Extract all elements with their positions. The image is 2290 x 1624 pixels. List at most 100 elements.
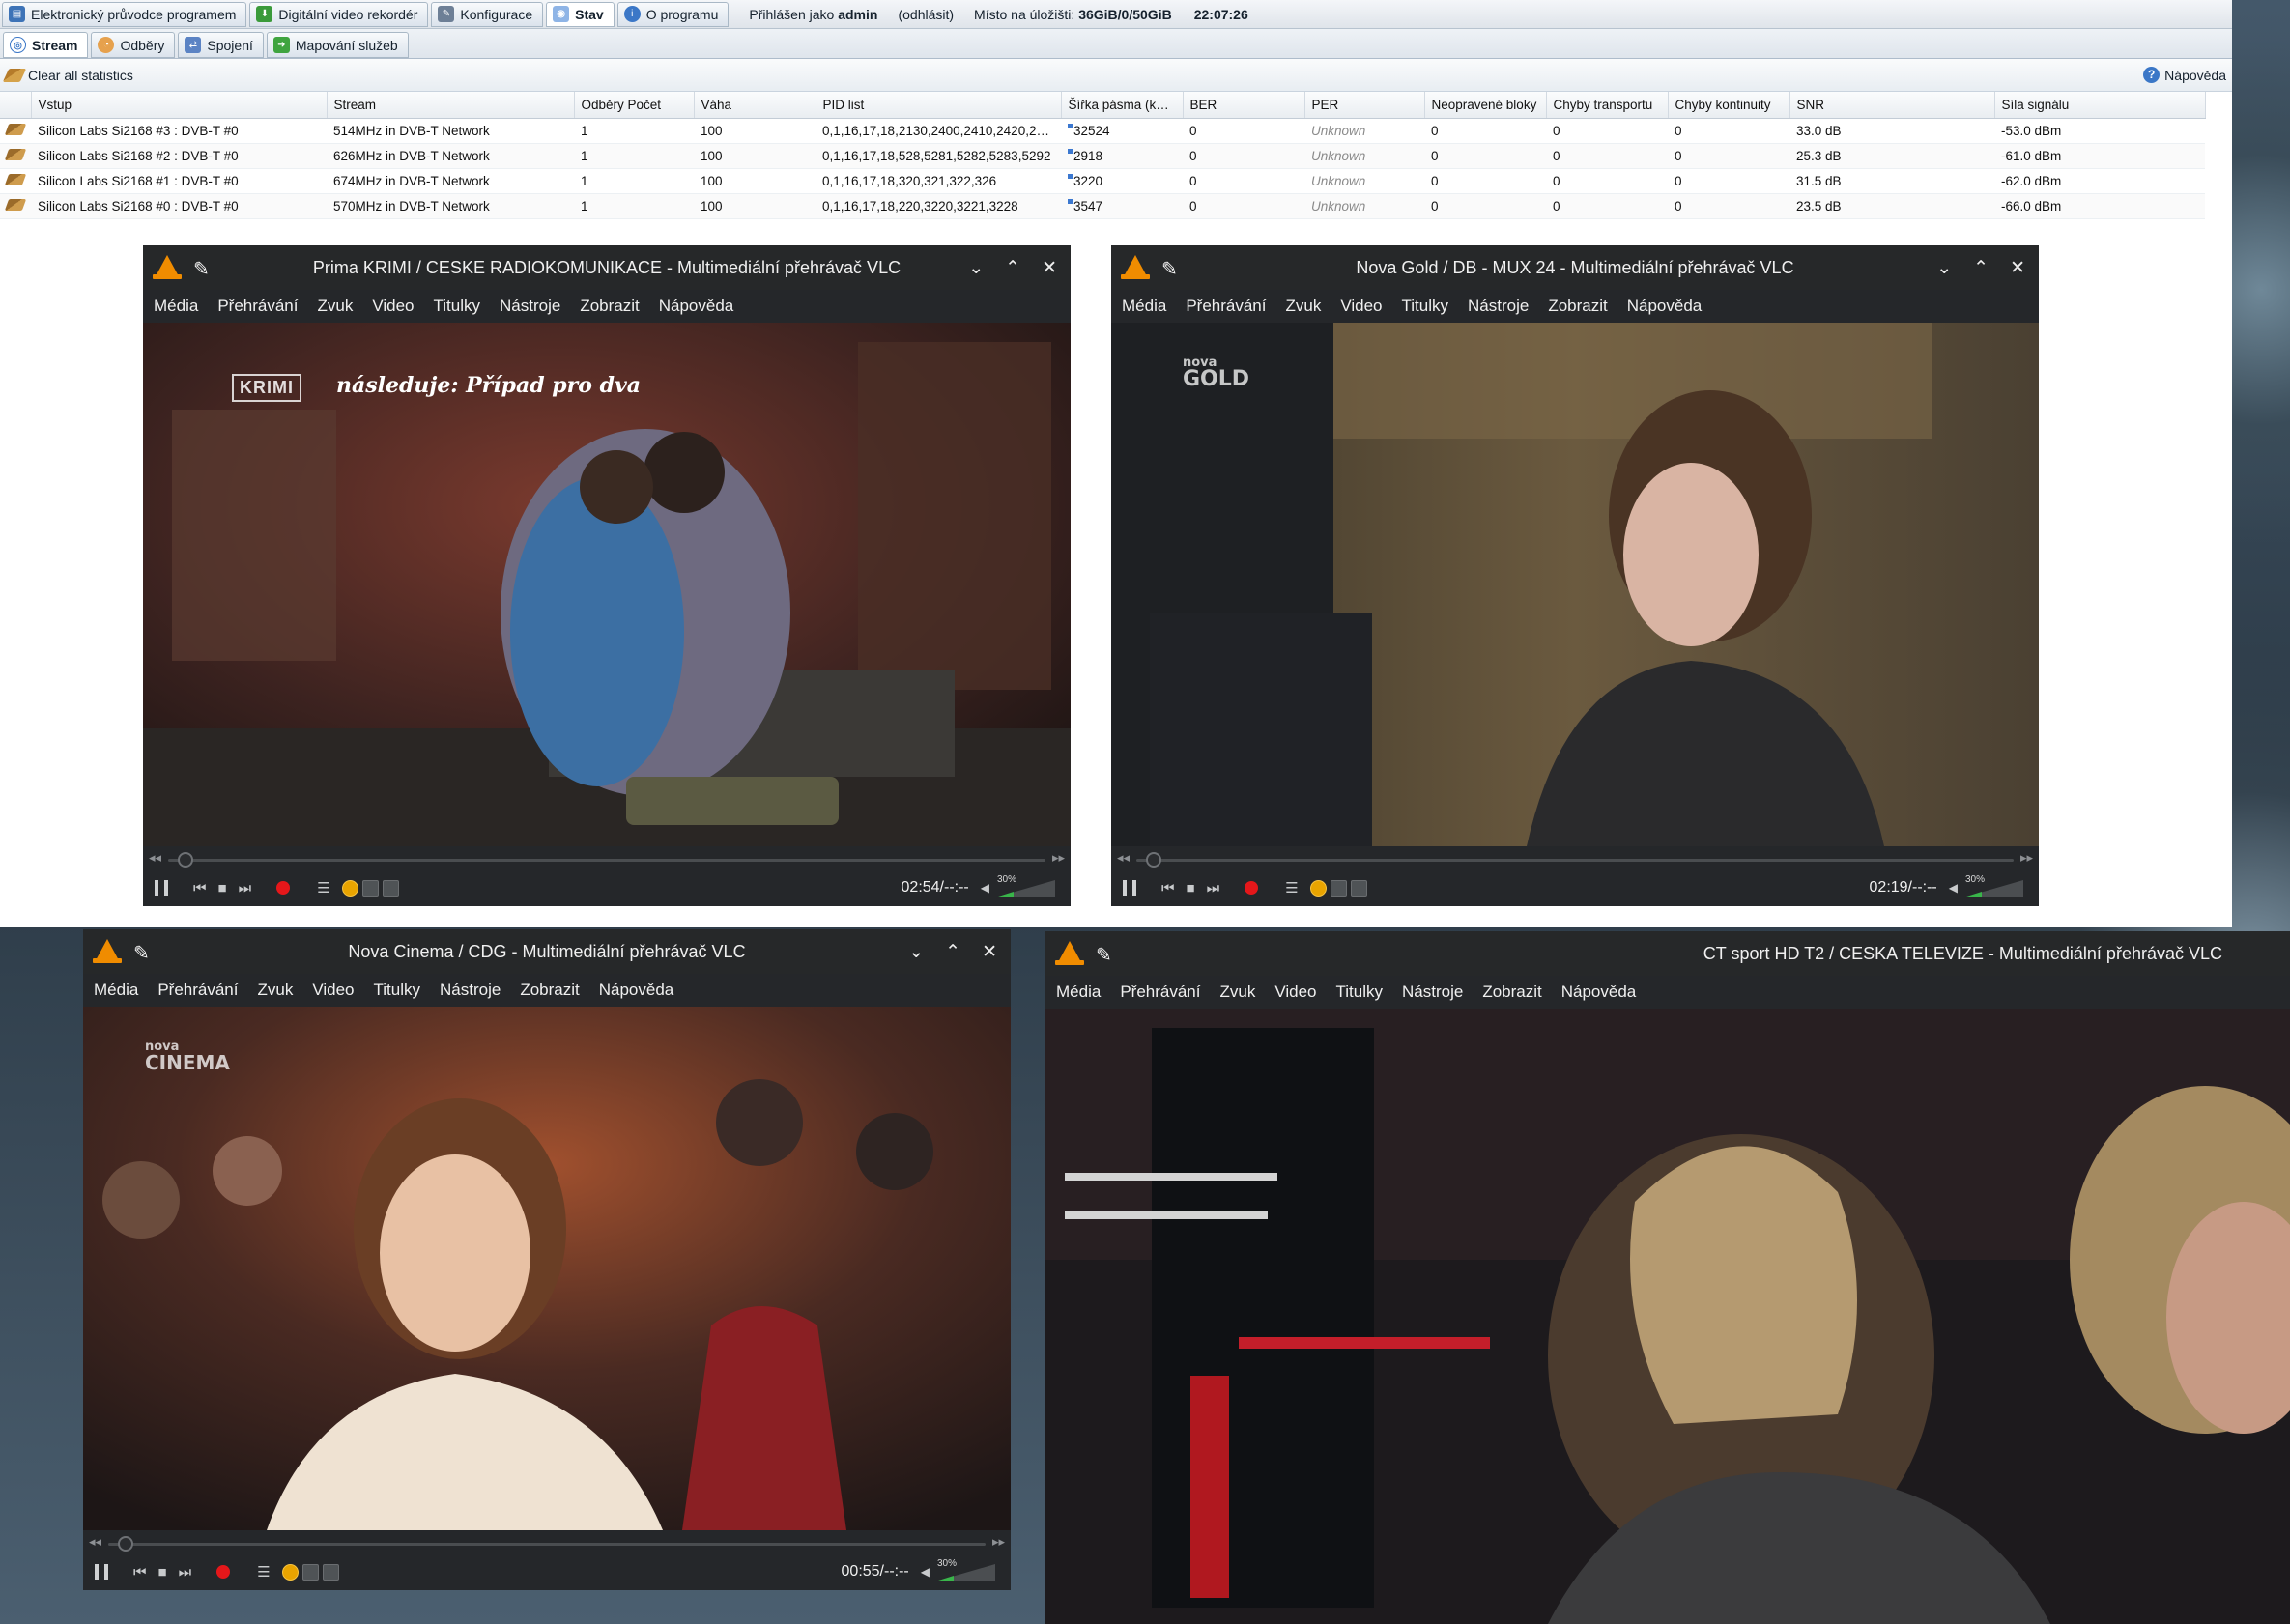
menu-tools[interactable]: Nástroje xyxy=(1468,297,1529,316)
vlc-titlebar[interactable]: ✎ Nova Gold / DB - MUX 24 - Multimediáln… xyxy=(1111,245,2039,290)
loop-icon[interactable] xyxy=(1330,879,1347,897)
menu-audio[interactable]: Zvuk xyxy=(1285,297,1321,316)
col-input[interactable]: Vstup xyxy=(31,92,328,119)
frame-step-icon[interactable] xyxy=(382,879,399,897)
col-weight[interactable]: Váha xyxy=(694,92,816,119)
menu-help[interactable]: Nápověda xyxy=(659,297,734,316)
col-subscriptions[interactable]: Odběry Počet xyxy=(574,92,695,119)
menu-video[interactable]: Video xyxy=(1274,983,1316,1002)
record-icon[interactable] xyxy=(276,881,291,895)
close-icon[interactable]: ✕ xyxy=(2010,257,2025,279)
menu-video[interactable]: Video xyxy=(372,297,414,316)
loop-icon[interactable] xyxy=(301,1563,319,1581)
menu-audio[interactable]: Zvuk xyxy=(317,297,353,316)
table-row[interactable]: Silicon Labs Si2168 #1 : DVB-T #0 674MHz… xyxy=(0,168,2205,194)
stop-icon[interactable]: ■ xyxy=(1187,880,1195,897)
clear-statistics-button[interactable]: Clear all statistics xyxy=(2,68,133,83)
close-icon[interactable]: ✕ xyxy=(982,941,997,963)
volume-slider[interactable]: 30% xyxy=(995,874,1055,897)
help-button[interactable]: ? Nápověda xyxy=(2143,67,2226,83)
vlc-titlebar[interactable]: ✎ Prima KRIMI / CESKE RADIOKOMUNIKACE - … xyxy=(143,245,1071,290)
menu-subtitles[interactable]: Titulky xyxy=(434,297,481,316)
pin-icon[interactable]: ✎ xyxy=(133,941,150,965)
pause-icon[interactable] xyxy=(95,1564,108,1580)
menu-subtitles[interactable]: Titulky xyxy=(1402,297,1449,316)
col-bandwidth[interactable]: Šířka pásma (k… xyxy=(1061,92,1184,119)
menu-help[interactable]: Nápověda xyxy=(1561,983,1637,1002)
video-area[interactable] xyxy=(1045,1009,2290,1624)
pause-icon[interactable] xyxy=(155,880,168,896)
volume-slider[interactable]: 30% xyxy=(935,1558,995,1581)
next-icon[interactable]: ⏭ xyxy=(179,1564,192,1581)
col-continuity-errors[interactable]: Chyby kontinuity xyxy=(1668,92,1790,119)
menu-help[interactable]: Nápověda xyxy=(599,981,674,1000)
table-row[interactable]: Silicon Labs Si2168 #3 : DVB-T #0 514MHz… xyxy=(0,118,2205,144)
seek-bar[interactable] xyxy=(1136,852,2014,868)
pin-icon[interactable]: ✎ xyxy=(1096,943,1112,967)
seek-bar[interactable] xyxy=(168,852,1045,868)
subtab-stream[interactable]: ◎ Stream xyxy=(3,32,89,58)
menu-playback[interactable]: Přehrávání xyxy=(157,981,238,1000)
vlc-window-nova-cinema[interactable]: ✎ Nova Cinema / CDG - Multimediální přeh… xyxy=(83,929,1011,1590)
menu-video[interactable]: Video xyxy=(312,981,354,1000)
menu-view[interactable]: Zobrazit xyxy=(580,297,639,316)
col-ber[interactable]: BER xyxy=(1183,92,1305,119)
menu-playback[interactable]: Přehrávání xyxy=(1186,297,1266,316)
tab-about[interactable]: iO programu xyxy=(616,1,730,27)
table-row[interactable]: Silicon Labs Si2168 #2 : DVB-T #0 626MHz… xyxy=(0,143,2205,169)
tab-status[interactable]: ◉ Stav xyxy=(546,1,615,27)
speaker-icon[interactable]: ◀ xyxy=(1949,881,1958,895)
previous-icon[interactable]: ⏮ xyxy=(193,880,207,897)
col-per[interactable]: PER xyxy=(1304,92,1425,119)
video-area[interactable]: KRIMI následuje: Případ pro dva xyxy=(143,323,1071,846)
vlc-window-prima-krimi[interactable]: ✎ Prima KRIMI / CESKE RADIOKOMUNIKACE - … xyxy=(143,245,1071,906)
vlc-window-nova-gold[interactable]: ✎ Nova Gold / DB - MUX 24 - Multimediáln… xyxy=(1111,245,2039,906)
menu-playback[interactable]: Přehrávání xyxy=(1120,983,1200,1002)
menu-playback[interactable]: Přehrávání xyxy=(217,297,298,316)
tab-epg[interactable]: ▤ Elektronický průvodce programem xyxy=(2,1,247,27)
menu-audio[interactable]: Zvuk xyxy=(1219,983,1255,1002)
col-stream[interactable]: Stream xyxy=(327,92,575,119)
video-area[interactable]: nova GOLD xyxy=(1111,323,2039,846)
maximize-icon[interactable]: ⌃ xyxy=(1973,257,1989,279)
menu-media[interactable]: Média xyxy=(94,981,138,1000)
playlist-icon[interactable]: ☰ xyxy=(1285,879,1298,897)
menu-view[interactable]: Zobrazit xyxy=(1482,983,1541,1002)
col-uncorrected-blocks[interactable]: Neopravené bloky xyxy=(1424,92,1547,119)
minimize-icon[interactable]: ⌄ xyxy=(968,257,984,279)
menu-subtitles[interactable]: Titulky xyxy=(1336,983,1384,1002)
menu-video[interactable]: Video xyxy=(1340,297,1382,316)
record-icon[interactable] xyxy=(1245,881,1259,895)
subtab-subscriptions[interactable]: ◔ Odběry xyxy=(91,32,176,58)
speaker-icon[interactable]: ◀ xyxy=(981,881,989,895)
playlist-icon[interactable]: ☰ xyxy=(257,1563,270,1581)
menu-media[interactable]: Média xyxy=(1056,983,1101,1002)
playlist-icon[interactable]: ☰ xyxy=(317,879,329,897)
col-snr[interactable]: SNR xyxy=(1789,92,1995,119)
video-area[interactable]: nova CINEMA xyxy=(83,1007,1011,1530)
snapshot-icon[interactable] xyxy=(341,879,358,897)
previous-icon[interactable]: ⏮ xyxy=(1161,880,1175,897)
menu-tools[interactable]: Nástroje xyxy=(440,981,501,1000)
seek-handle[interactable] xyxy=(178,852,193,868)
menu-view[interactable]: Zobrazit xyxy=(520,981,579,1000)
record-icon[interactable] xyxy=(216,1565,231,1579)
pin-icon[interactable]: ✎ xyxy=(193,257,210,281)
subtab-service-mapping[interactable]: ➜ Mapování služeb xyxy=(266,32,409,58)
seek-forward-icon[interactable]: ▸▸ xyxy=(1052,850,1065,866)
maximize-icon[interactable]: ⌃ xyxy=(945,941,960,963)
stop-icon[interactable]: ■ xyxy=(158,1564,167,1581)
tab-config[interactable]: ✎ Konfigurace xyxy=(431,1,544,27)
menu-media[interactable]: Média xyxy=(154,297,198,316)
seek-handle[interactable] xyxy=(118,1536,133,1552)
previous-icon[interactable]: ⏮ xyxy=(133,1564,147,1581)
tab-dvr[interactable]: ⬇ Digitální video rekordér xyxy=(249,1,429,27)
maximize-icon[interactable]: ⌃ xyxy=(1005,257,1020,279)
table-row[interactable]: Silicon Labs Si2168 #0 : DVB-T #0 570MHz… xyxy=(0,193,2205,219)
seek-bar[interactable] xyxy=(108,1536,986,1552)
close-icon[interactable]: ✕ xyxy=(1042,257,1057,279)
volume-slider[interactable]: 30% xyxy=(1963,874,2023,897)
loop-icon[interactable] xyxy=(361,879,379,897)
seek-handle[interactable] xyxy=(1146,852,1161,868)
logout-link[interactable]: (odhlásit) xyxy=(898,7,954,22)
